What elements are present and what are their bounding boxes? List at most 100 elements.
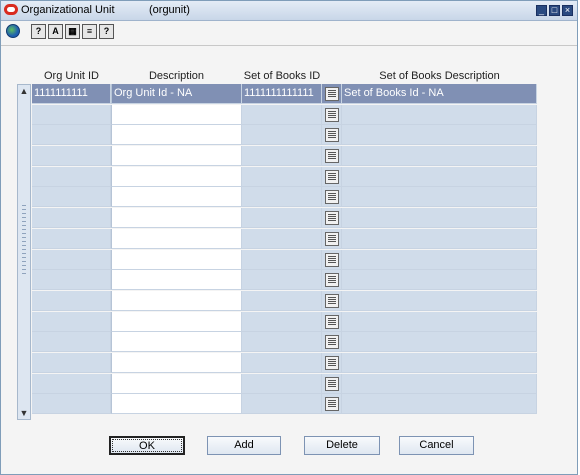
description-cell[interactable] [111, 187, 242, 208]
list-of-values-icon[interactable] [325, 190, 339, 205]
list-of-values-icon[interactable] [325, 314, 339, 329]
set-of-books-id-cell[interactable] [242, 125, 322, 146]
list-of-values-icon[interactable] [325, 211, 339, 226]
org-unit-id-cell[interactable] [32, 249, 111, 270]
org-unit-id-cell[interactable] [32, 373, 111, 394]
table-row[interactable]: 1111111111 Org Unit Id - NA 1111111111111 S… [32, 84, 537, 105]
org-unit-id-cell[interactable] [32, 270, 111, 291]
org-unit-id-cell[interactable] [32, 311, 111, 332]
description-cell[interactable] [111, 290, 242, 311]
list-of-values-icon[interactable] [325, 169, 339, 184]
table-row[interactable] [32, 208, 537, 229]
set-of-books-id-cell[interactable] [242, 208, 322, 229]
add-button[interactable]: Add [207, 436, 281, 455]
org-unit-id-cell[interactable] [32, 208, 111, 229]
list-of-values-icon[interactable] [325, 293, 339, 308]
table-row[interactable] [32, 332, 537, 353]
description-cell[interactable] [111, 125, 242, 146]
set-of-books-id-cell[interactable] [242, 146, 322, 167]
list-of-values-icon[interactable] [325, 231, 339, 246]
help-cursor-icon[interactable]: ? [31, 24, 46, 39]
cancel-button[interactable]: Cancel [399, 436, 474, 455]
description-cell[interactable]: Org Unit Id - NA [111, 84, 242, 104]
org-unit-id-cell[interactable] [32, 104, 111, 125]
set-of-books-id-cell[interactable] [242, 394, 322, 415]
org-unit-id-cell[interactable] [32, 166, 111, 187]
editor-icon[interactable]: ≡ [82, 24, 97, 39]
table-row[interactable] [32, 104, 537, 126]
calendar-icon[interactable]: ▦ [65, 24, 80, 39]
org-unit-id-cell[interactable] [32, 332, 111, 353]
close-icon[interactable]: × [562, 5, 573, 16]
list-of-values-icon[interactable] [325, 149, 339, 164]
set-of-books-id-cell[interactable]: 1111111111111 [242, 84, 322, 104]
list-of-values-icon[interactable] [325, 376, 339, 391]
set-of-books-description-cell [342, 373, 537, 394]
description-cell[interactable] [111, 352, 242, 373]
description-cell[interactable] [111, 249, 242, 270]
spell-check-icon[interactable]: A [48, 24, 63, 39]
list-of-values-icon[interactable] [325, 397, 339, 412]
set-of-books-id-cell[interactable] [242, 332, 322, 353]
scroll-up-icon[interactable]: ▲ [19, 86, 29, 96]
description-cell[interactable] [111, 311, 242, 332]
list-of-values-icon[interactable] [325, 335, 339, 350]
set-of-books-description-cell [342, 146, 537, 167]
org-unit-id-cell[interactable] [32, 125, 111, 146]
list-of-values-icon[interactable] [325, 107, 339, 122]
description-cell[interactable] [111, 166, 242, 187]
ok-button[interactable]: OK [109, 436, 185, 455]
set-of-books-id-cell[interactable] [242, 187, 322, 208]
table-row[interactable] [32, 125, 537, 146]
delete-button[interactable]: Delete [304, 436, 380, 455]
org-unit-id-cell[interactable]: 1111111111 [32, 84, 111, 104]
list-of-values-icon[interactable] [325, 355, 339, 370]
scroll-grip[interactable] [22, 205, 26, 275]
description-cell[interactable] [111, 373, 242, 394]
org-unit-id-cell[interactable] [32, 394, 111, 415]
table-row[interactable] [32, 352, 537, 374]
set-of-books-id-cell[interactable] [242, 311, 322, 332]
table-row[interactable] [32, 311, 537, 333]
set-of-books-id-cell[interactable] [242, 352, 322, 373]
set-of-books-description-cell [342, 352, 537, 373]
scroll-down-icon[interactable]: ▼ [19, 408, 29, 418]
description-cell[interactable] [111, 104, 242, 125]
org-unit-id-cell[interactable] [32, 146, 111, 167]
list-of-values-icon[interactable] [325, 128, 339, 143]
set-of-books-id-cell[interactable] [242, 228, 322, 249]
table-row[interactable] [32, 270, 537, 291]
globe-icon[interactable] [6, 24, 20, 38]
help-icon[interactable]: ? [99, 24, 114, 39]
maximize-icon[interactable]: □ [549, 5, 560, 16]
vertical-scrollbar[interactable]: ▲ ▼ [17, 84, 31, 420]
set-of-books-id-cell[interactable] [242, 249, 322, 270]
list-of-values-icon[interactable] [325, 273, 339, 288]
description-cell[interactable] [111, 394, 242, 415]
set-of-books-id-cell[interactable] [242, 270, 322, 291]
table-row[interactable] [32, 187, 537, 208]
list-of-values-icon[interactable] [325, 87, 339, 101]
description-cell[interactable] [111, 228, 242, 249]
description-cell[interactable] [111, 332, 242, 353]
org-unit-id-cell[interactable] [32, 290, 111, 311]
table-row[interactable] [32, 146, 537, 167]
description-cell[interactable] [111, 208, 242, 229]
list-of-values-icon[interactable] [325, 252, 339, 267]
table-row[interactable] [32, 373, 537, 395]
set-of-books-id-cell[interactable] [242, 166, 322, 187]
description-cell[interactable] [111, 146, 242, 167]
org-unit-id-cell[interactable] [32, 187, 111, 208]
table-row[interactable] [32, 394, 537, 415]
set-of-books-id-cell[interactable] [242, 104, 322, 125]
org-unit-id-cell[interactable] [32, 352, 111, 373]
org-unit-id-cell[interactable] [32, 228, 111, 249]
description-cell[interactable] [111, 270, 242, 291]
table-row[interactable] [32, 228, 537, 250]
table-row[interactable] [32, 166, 537, 188]
set-of-books-id-cell[interactable] [242, 373, 322, 394]
minimize-icon[interactable]: _ [536, 5, 547, 16]
table-row[interactable] [32, 290, 537, 312]
table-row[interactable] [32, 249, 537, 271]
set-of-books-id-cell[interactable] [242, 290, 322, 311]
